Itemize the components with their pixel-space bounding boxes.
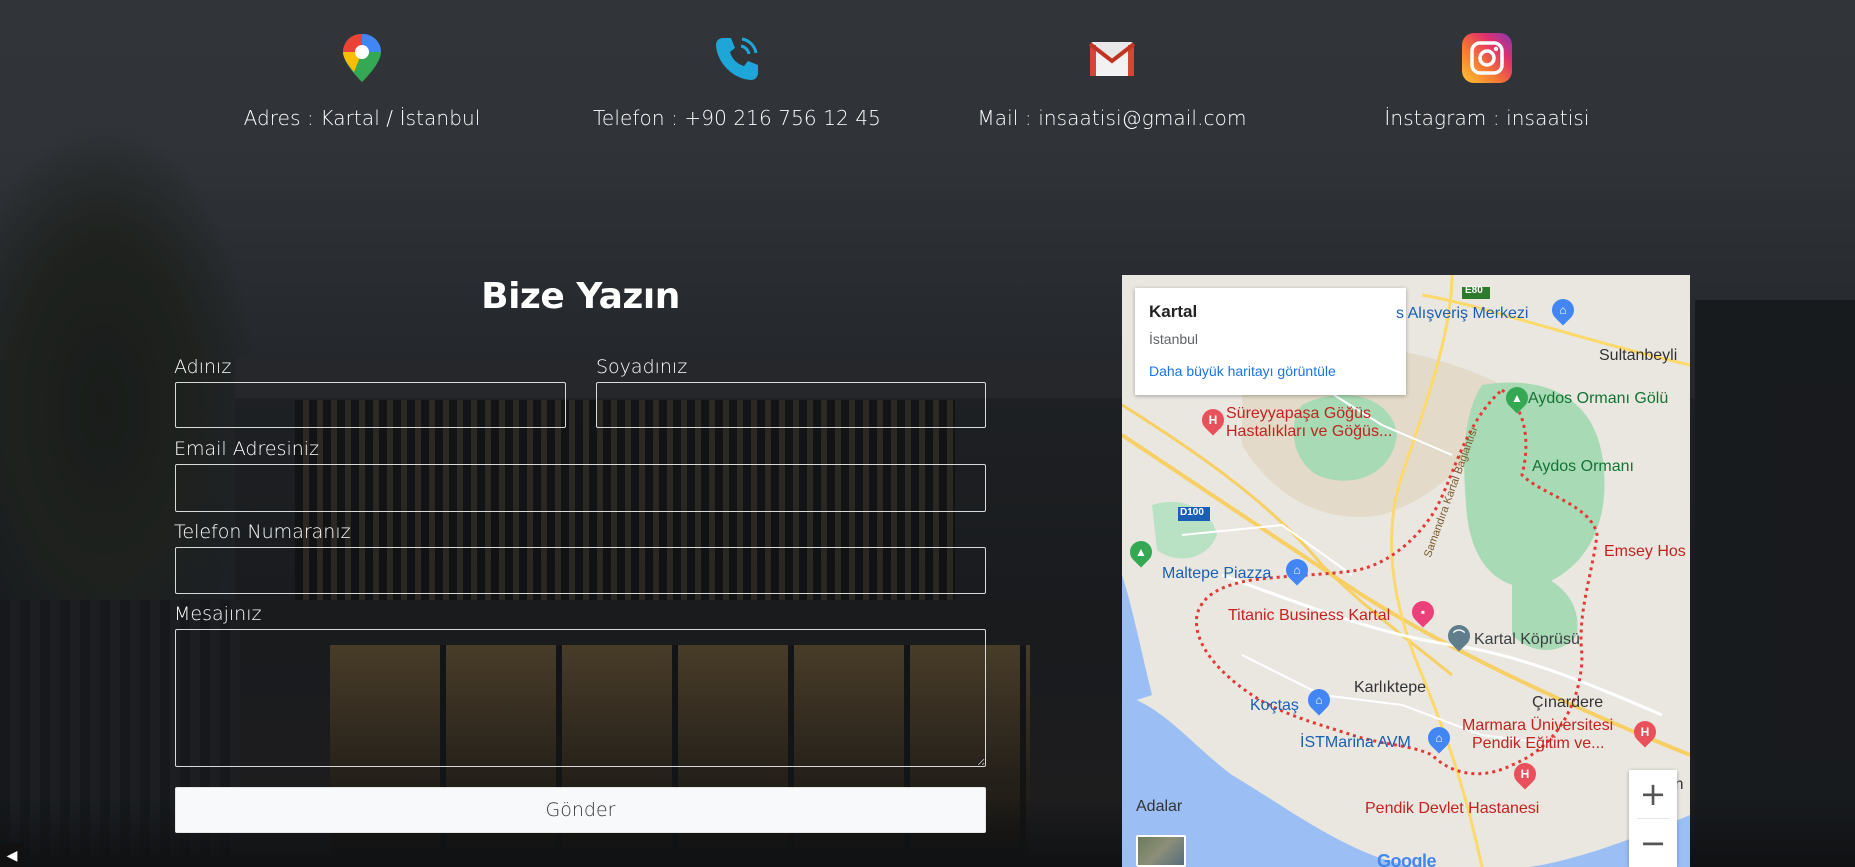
phone-label: Telefon Numaranız	[174, 521, 351, 543]
map-label-sultanbeyli: Sultanbeyli	[1599, 347, 1678, 364]
map-label-istmarina[interactable]: İSTMarina AVM	[1300, 734, 1411, 752]
contact-phone[interactable]: Telefon : +90 216 756 12 45	[577, 32, 897, 130]
satellite-toggle[interactable]	[1136, 835, 1186, 867]
form-title: Bize Yazın	[481, 276, 680, 317]
message-label: Mesajınız	[174, 603, 262, 625]
map-info-card: Kartal İstanbul Daha büyük haritayı görü…	[1135, 288, 1406, 395]
shopping-pin-icon-2[interactable]: ⌂	[1281, 554, 1313, 586]
map-zoom-control: + −	[1629, 770, 1677, 867]
submit-button[interactable]: Gönder	[175, 787, 986, 833]
last-name-input[interactable]	[596, 382, 986, 428]
email-label: Email Adresiniz	[174, 438, 320, 460]
email-input[interactable]	[175, 464, 986, 512]
map-label-marmara-2[interactable]: Pendik Eğitim ve...	[1472, 735, 1605, 753]
larger-map-link[interactable]: Daha büyük haritayı görüntüle	[1149, 363, 1392, 379]
slider-prev-icon[interactable]: ◀	[0, 843, 24, 867]
road-label-e80: E80	[1465, 285, 1483, 296]
map-label-sureyyapasa-2[interactable]: Hastalıkları ve Göğüs...	[1226, 423, 1392, 441]
contact-mail[interactable]: Mail : insaatisi@gmail.com	[952, 32, 1272, 130]
contact-address: Adres : Kartal / İstanbul	[202, 32, 522, 130]
map-label-maltepe-piazza[interactable]: Maltepe Piazza	[1162, 565, 1271, 583]
map-label-cinardere: Çınardere	[1532, 694, 1604, 711]
phone-input[interactable]	[175, 547, 986, 594]
instagram-text: İnstagram : insaatisi	[1384, 106, 1590, 130]
last-name-label: Soyadınız	[596, 356, 688, 378]
map-label-aydos-ormani[interactable]: Aydos Ormanı	[1532, 458, 1634, 476]
hospital-pin-icon-3[interactable]: H	[1509, 758, 1541, 790]
hospital-pin-icon-2[interactable]: H	[1629, 716, 1661, 748]
shopping-pin-icon[interactable]: ⌂	[1547, 294, 1579, 326]
map-label-aydos-golu[interactable]: Aydos Ormanı Gölü	[1528, 390, 1668, 408]
map-label-pendik-devlet[interactable]: Pendik Devlet Hastanesi	[1365, 800, 1539, 818]
map-label-koctas[interactable]: Koçtaş	[1250, 697, 1299, 715]
hotel-pin-icon[interactable]: ▪	[1407, 596, 1439, 628]
hospital-pin-icon[interactable]: H	[1197, 404, 1229, 436]
mail-text: Mail : insaatisi@gmail.com	[977, 106, 1247, 130]
map-label-alisveris[interactable]: s Alışveriş Merkezi	[1396, 305, 1528, 323]
shopping-pin-icon-4[interactable]: ⌂	[1423, 722, 1455, 754]
park-pin-icon-2[interactable]: ▲	[1125, 536, 1157, 568]
map-place-region: İstanbul	[1149, 331, 1199, 347]
first-name-input[interactable]	[175, 382, 566, 428]
shopping-pin-icon-3[interactable]: ⌂	[1303, 684, 1335, 716]
address-text: Adres : Kartal / İstanbul	[243, 106, 481, 130]
map-label-kartal-koprusu[interactable]: Kartal Köprüsü	[1474, 631, 1580, 649]
instagram-icon	[1462, 33, 1512, 83]
map-label-adalar: Adalar	[1136, 798, 1183, 815]
bridge-pin-icon[interactable]: ⌒	[1443, 620, 1475, 652]
google-logo: Google	[1377, 851, 1437, 867]
map-pin-icon	[343, 34, 381, 82]
phone-text: Telefon : +90 216 756 12 45	[593, 106, 881, 130]
road-label-d100: D100	[1180, 507, 1204, 518]
map-label-marmara-1[interactable]: Marmara Üniversitesi	[1462, 717, 1613, 735]
map-label-sureyyapasa-1[interactable]: Süreyyapaşa Göğüs	[1226, 405, 1371, 423]
contact-instagram[interactable]: İnstagram : insaatisi	[1327, 32, 1647, 130]
embedded-map[interactable]: Kartal İstanbul Daha büyük haritayı görü…	[1122, 275, 1690, 867]
first-name-label: Adınız	[174, 356, 232, 378]
map-label-titanic[interactable]: Titanic Business Kartal	[1228, 607, 1390, 625]
map-label-karliktepe: Karlıktepe	[1354, 679, 1427, 696]
gmail-icon	[1088, 42, 1136, 76]
zoom-out-button[interactable]: −	[1629, 819, 1677, 867]
zoom-in-button[interactable]: +	[1629, 770, 1677, 818]
phone-icon	[716, 37, 758, 80]
park-pin-icon[interactable]: ▲	[1501, 382, 1533, 414]
map-label-emsey[interactable]: Emsey Hos	[1604, 543, 1686, 561]
map-place-name: Kartal	[1149, 302, 1198, 321]
message-textarea[interactable]	[175, 629, 986, 767]
